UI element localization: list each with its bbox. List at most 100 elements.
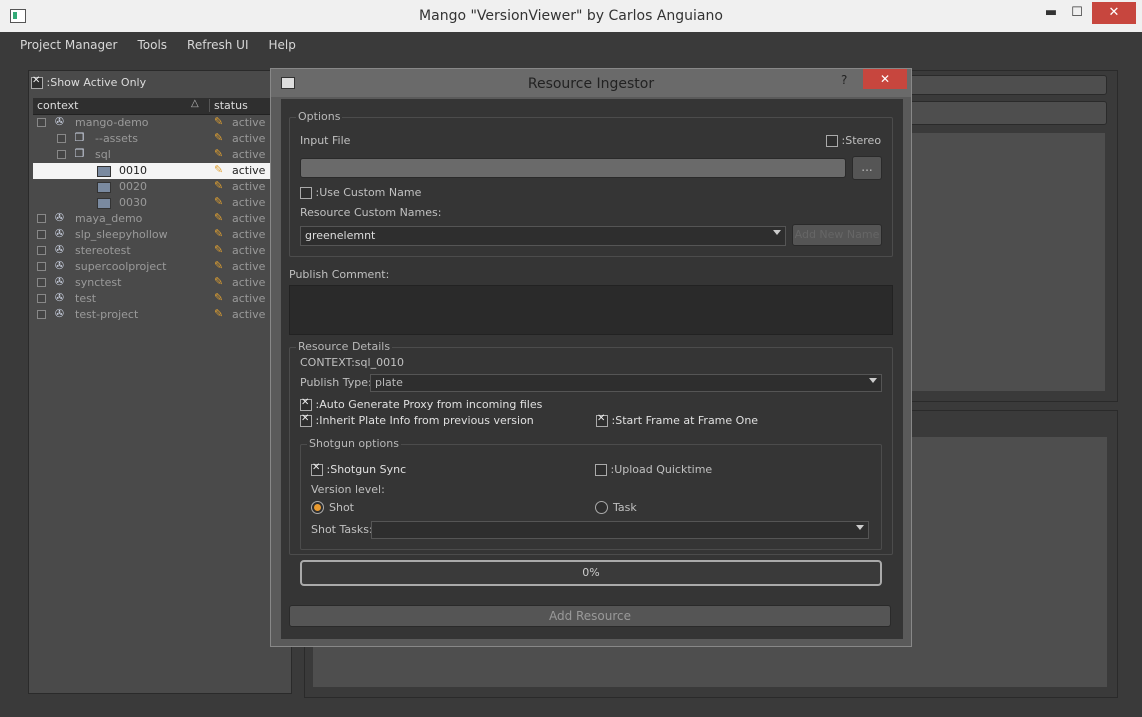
expand-toggle-icon[interactable]	[37, 310, 46, 319]
start-frame-checkbox[interactable]	[596, 413, 608, 427]
custom-name-dropdown[interactable]: greenelemnt	[300, 226, 786, 246]
custom-name-value: greenelemnt	[305, 229, 376, 242]
progress-bar: 0%	[300, 560, 882, 586]
tree-row-label: 0030	[119, 196, 147, 209]
tree-row-status: active	[232, 180, 266, 193]
maximize-button[interactable]: ☐	[1064, 2, 1090, 24]
start-frame-toggle[interactable]: :Start Frame at Frame One	[596, 413, 759, 427]
tree-row[interactable]: ✇ stereotest ✎ active	[33, 243, 291, 259]
column-status[interactable]: status	[209, 99, 248, 112]
reel-icon: ✇	[54, 291, 65, 304]
expand-toggle-icon[interactable]	[37, 294, 46, 303]
add-resource-button[interactable]: Add Resource	[289, 605, 891, 627]
tree-row-status: active	[232, 308, 266, 321]
tree-row[interactable]: ✇ synctest ✎ active	[33, 275, 291, 291]
close-button[interactable]: ✕	[1092, 2, 1136, 24]
stereo-toggle[interactable]: :Stereo	[826, 134, 881, 147]
resource-details-group: Resource Details CONTEXT:sql_0010 Publis…	[289, 340, 893, 586]
expand-toggle-icon[interactable]	[37, 278, 46, 287]
tree-row-label: synctest	[75, 276, 122, 289]
show-active-only-checkbox[interactable]	[31, 75, 43, 89]
expand-toggle-icon[interactable]	[37, 262, 46, 271]
tree-row[interactable]: ✇ test-project ✎ active	[33, 307, 291, 323]
tree-row[interactable]: 0010 ✎ active	[33, 163, 291, 179]
start-frame-label: :Start Frame at Frame One	[611, 414, 759, 427]
publish-type-dropdown[interactable]: plate	[370, 374, 882, 392]
tree-row[interactable]: ✇ maya_demo ✎ active	[33, 211, 291, 227]
pencil-icon: ✎	[214, 243, 224, 256]
dialog-title-bar: Resource Ingestor ? ✕	[271, 69, 911, 97]
shot-radio[interactable]	[311, 501, 324, 514]
expand-toggle-icon[interactable]	[37, 230, 46, 239]
expand-toggle-icon[interactable]	[37, 246, 46, 255]
window-title: Mango "VersionViewer" by Carlos Anguiano	[419, 8, 723, 24]
resource-details-title: Resource Details	[296, 340, 393, 353]
menu-refresh-ui[interactable]: Refresh UI	[177, 34, 258, 52]
shotgun-sync-toggle[interactable]: :Shotgun Sync	[311, 462, 406, 476]
shot-tasks-dropdown[interactable]	[371, 521, 869, 539]
browse-button[interactable]: ...	[852, 156, 882, 180]
task-radio[interactable]	[595, 501, 608, 514]
dialog-title: Resource Ingestor	[527, 76, 655, 92]
expand-toggle-icon[interactable]	[57, 134, 66, 143]
tree-row-status: active	[232, 276, 266, 289]
dialog-close-button[interactable]: ✕	[863, 69, 907, 89]
minimize-button[interactable]: ▬	[1038, 2, 1064, 24]
auto-proxy-checkbox[interactable]	[300, 397, 312, 411]
auto-proxy-label: :Auto Generate Proxy from incoming files	[315, 398, 543, 411]
tree-row[interactable]: ❐ --assets ✎ active	[33, 131, 291, 147]
column-context[interactable]: context	[37, 99, 78, 112]
tree-row-label: 0010	[119, 164, 147, 177]
reel-icon: ✇	[54, 307, 65, 320]
tree-row-status: active	[232, 228, 266, 241]
show-active-only-label: :Show Active Only	[46, 76, 147, 89]
chevron-down-icon	[869, 378, 877, 383]
auto-proxy-toggle[interactable]: :Auto Generate Proxy from incoming files	[300, 397, 543, 411]
help-button[interactable]: ?	[841, 73, 847, 87]
reel-icon: ✇	[54, 211, 65, 224]
inherit-plate-toggle[interactable]: :Inherit Plate Info from previous versio…	[300, 413, 534, 427]
expand-toggle-icon[interactable]	[37, 118, 46, 127]
pencil-icon: ✎	[214, 131, 224, 144]
pencil-icon: ✎	[214, 147, 224, 160]
use-custom-name-toggle[interactable]: :Use Custom Name	[300, 186, 421, 199]
folder-icon: ❐	[74, 147, 85, 160]
tree-row-status: active	[232, 148, 266, 161]
top-field-2[interactable]	[905, 101, 1107, 125]
expand-toggle-icon[interactable]	[57, 150, 66, 159]
add-new-name-button[interactable]: Add New Name	[792, 224, 882, 246]
top-field-1[interactable]	[905, 75, 1107, 95]
show-active-only-toggle[interactable]: :Show Active Only	[31, 75, 147, 89]
menu-project-manager[interactable]: Project Manager	[10, 34, 127, 52]
tree-row[interactable]: ✇ test ✎ active	[33, 291, 291, 307]
pencil-icon: ✎	[214, 307, 224, 320]
stereo-checkbox[interactable]	[826, 135, 838, 147]
tree-row-label: stereotest	[75, 244, 131, 257]
upload-quicktime-toggle[interactable]: :Upload Quicktime	[595, 463, 712, 476]
menu-tools[interactable]: Tools	[127, 34, 177, 52]
pencil-icon: ✎	[214, 275, 224, 288]
publish-type-label: Publish Type:	[300, 376, 372, 389]
menu-help[interactable]: Help	[259, 34, 306, 52]
upload-quicktime-checkbox[interactable]	[595, 464, 607, 476]
tree-row[interactable]: ✇ slp_sleepyhollow ✎ active	[33, 227, 291, 243]
tree-row[interactable]: 0030 ✎ active	[33, 195, 291, 211]
shot-radio-label: Shot	[329, 501, 354, 514]
tree-row[interactable]: ❐ sql ✎ active	[33, 147, 291, 163]
publish-type-value: plate	[375, 376, 403, 389]
inherit-plate-checkbox[interactable]	[300, 413, 312, 427]
dialog-body: Options Input File :Stereo ... :Use Cust…	[281, 99, 903, 639]
tree-row-status: active	[232, 244, 266, 257]
film-icon	[97, 182, 111, 193]
use-custom-name-checkbox[interactable]	[300, 187, 312, 199]
shotgun-options-title: Shotgun options	[307, 437, 401, 450]
tree-row-status: active	[232, 132, 266, 145]
publish-comment-input[interactable]	[289, 285, 893, 335]
tree-row[interactable]: ✇ supercoolproject ✎ active	[33, 259, 291, 275]
expand-toggle-icon[interactable]	[37, 214, 46, 223]
shotgun-sync-checkbox[interactable]	[311, 462, 323, 476]
upload-quicktime-label: :Upload Quicktime	[610, 463, 713, 476]
input-file-field[interactable]	[300, 158, 846, 178]
tree-row[interactable]: ✇ mango-demo ✎ active	[33, 115, 291, 131]
tree-row[interactable]: 0020 ✎ active	[33, 179, 291, 195]
